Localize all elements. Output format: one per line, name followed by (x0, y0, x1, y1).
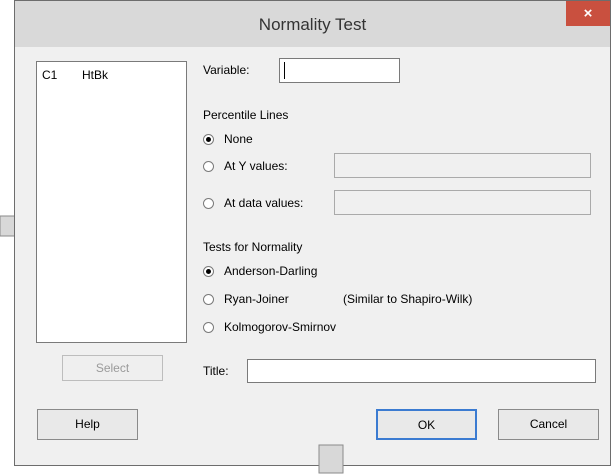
title-label: Title: (203, 364, 229, 378)
data-values-input[interactable] (334, 190, 591, 215)
normality-test-dialog: Normality Test × C1 HtBk Variable: Perce… (14, 0, 611, 466)
ok-button[interactable]: OK (376, 409, 477, 440)
percentile-lines-heading: Percentile Lines (203, 108, 289, 122)
radio-kolmogorov-smirnov[interactable] (203, 322, 214, 333)
radio-kolmogorov-smirnov-label: Kolmogorov-Smirnov (224, 320, 337, 334)
cancel-button[interactable]: Cancel (498, 409, 599, 440)
radio-anderson-darling[interactable] (203, 266, 214, 277)
close-icon: × (583, 5, 593, 22)
text-caret (284, 62, 285, 79)
column-name: HtBk (82, 68, 109, 82)
radio-at-y-values-label: At Y values: (224, 159, 288, 173)
radio-ryan-joiner-label: Ryan-Joiner (224, 292, 289, 306)
select-button[interactable]: Select (62, 355, 163, 381)
variable-label: Variable: (203, 63, 250, 77)
down-arrow-pointer-icon (318, 444, 344, 474)
radio-anderson-darling-label: Anderson-Darling (224, 264, 318, 278)
variable-input[interactable] (279, 58, 400, 83)
column-id: C1 (42, 68, 58, 82)
radio-none[interactable] (203, 134, 214, 145)
radio-at-data-values-label: At data values: (224, 196, 304, 210)
radio-at-y-values[interactable] (203, 161, 214, 172)
close-button[interactable]: × (566, 1, 610, 26)
title-bar: Normality Test × (15, 1, 610, 47)
radio-at-data-values[interactable] (203, 198, 214, 209)
help-button[interactable]: Help (37, 409, 138, 440)
variable-list[interactable]: C1 HtBk (36, 61, 187, 343)
radio-none-label: None (224, 132, 253, 146)
dialog-title: Normality Test (258, 15, 367, 34)
tests-for-normality-heading: Tests for Normality (203, 240, 303, 254)
title-input[interactable] (247, 359, 596, 383)
ryan-joiner-note: (Similar to Shapiro-Wilk) (343, 292, 473, 306)
y-values-input[interactable] (334, 153, 591, 178)
radio-ryan-joiner[interactable] (203, 294, 214, 305)
